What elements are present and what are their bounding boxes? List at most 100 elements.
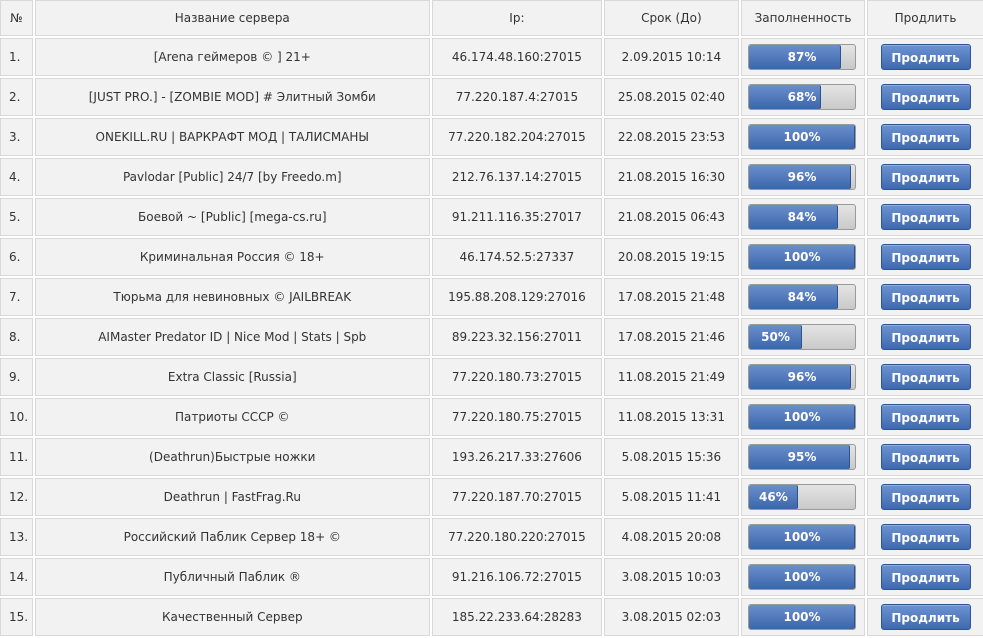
fill-cell: 96%	[741, 358, 866, 396]
extend-cell: Продлить	[867, 558, 983, 596]
server-name: Публичный Паблик ®	[34, 558, 431, 596]
row-number: 2.	[0, 78, 33, 116]
extend-button[interactable]: Продлить	[880, 284, 971, 310]
fill-progress-bar: 96%	[748, 164, 857, 190]
server-ip: 193.26.217.33:27606	[432, 438, 602, 476]
server-name: Extra Classic [Russia]	[34, 358, 431, 396]
extend-button[interactable]: Продлить	[880, 524, 971, 550]
table-row: 3. ONEKILL.RU | ВАРКРАФТ МОД | ТАЛИСМАНЫ…	[0, 118, 983, 156]
expiry-date: 21.08.2015 16:30	[603, 158, 740, 196]
extend-button[interactable]: Продлить	[880, 404, 971, 430]
extend-button[interactable]: Продлить	[880, 84, 971, 110]
server-ip: 89.223.32.156:27011	[432, 318, 602, 356]
extend-cell: Продлить	[867, 358, 983, 396]
fill-cell: 95%	[741, 438, 866, 476]
extend-cell: Продлить	[867, 198, 983, 236]
extend-button[interactable]: Продлить	[880, 564, 971, 590]
extend-cell: Продлить	[867, 38, 983, 76]
fill-progress-bar: 46%	[748, 484, 857, 510]
fill-progress-bar: 84%	[748, 284, 857, 310]
expiry-date: 11.08.2015 13:31	[603, 398, 740, 436]
row-number: 13.	[0, 518, 33, 556]
row-number: 3.	[0, 118, 33, 156]
extend-cell: Продлить	[867, 478, 983, 516]
row-number: 1.	[0, 38, 33, 76]
expiry-date: 11.08.2015 21:49	[603, 358, 740, 396]
fill-progress-bar: 100%	[748, 124, 857, 150]
fill-cell: 100%	[741, 398, 866, 436]
fill-progress-bar: 100%	[748, 244, 857, 270]
server-ip: 195.88.208.129:27016	[432, 278, 602, 316]
extend-cell: Продлить	[867, 438, 983, 476]
table-row: 5. Боевой ~ [Public] [mega-cs.ru] 91.211…	[0, 198, 983, 236]
server-name: Российский Паблик Сервер 18+ ©	[34, 518, 431, 556]
extend-cell: Продлить	[867, 238, 983, 276]
row-number: 4.	[0, 158, 33, 196]
extend-cell: Продлить	[867, 398, 983, 436]
extend-button[interactable]: Продлить	[880, 244, 971, 270]
row-number: 12.	[0, 478, 33, 516]
row-number: 9.	[0, 358, 33, 396]
extend-button[interactable]: Продлить	[880, 164, 971, 190]
fill-cell: 100%	[741, 598, 866, 636]
server-ip: 91.216.106.72:27015	[432, 558, 602, 596]
table-row: 9. Extra Classic [Russia] 77.220.180.73:…	[0, 358, 983, 396]
extend-button[interactable]: Продлить	[880, 44, 971, 70]
server-ip: 91.211.116.35:27017	[432, 198, 602, 236]
extend-button[interactable]: Продлить	[880, 604, 971, 630]
server-ip: 46.174.52.5:27337	[432, 238, 602, 276]
fill-progress-label: 100%	[783, 570, 821, 584]
extend-button[interactable]: Продлить	[880, 364, 971, 390]
fill-progress-label: 46%	[759, 490, 788, 504]
server-ip: 77.220.187.70:27015	[432, 478, 602, 516]
extend-button[interactable]: Продлить	[880, 444, 971, 470]
table-row: 6. Криминальная Россия © 18+ 46.174.52.5…	[0, 238, 983, 276]
expiry-date: 3.08.2015 10:03	[603, 558, 740, 596]
server-name: ONEKILL.RU | ВАРКРАФТ МОД | ТАЛИСМАНЫ	[34, 118, 431, 156]
server-name: Боевой ~ [Public] [mega-cs.ru]	[34, 198, 431, 236]
server-ip: 77.220.180.220:27015	[432, 518, 602, 556]
fill-progress-bar: 100%	[748, 404, 857, 430]
fill-progress-bar: 87%	[748, 44, 857, 70]
extend-button[interactable]: Продлить	[880, 324, 971, 350]
table-row: 10. Патриоты СССР © 77.220.180.75:27015 …	[0, 398, 983, 436]
expiry-date: 4.08.2015 20:08	[603, 518, 740, 556]
fill-cell: 68%	[741, 78, 866, 116]
server-ip: 77.220.182.204:27015	[432, 118, 602, 156]
server-name: Тюрьма для невиновных © JAILBREAK	[34, 278, 431, 316]
expiry-date: 3.08.2015 02:03	[603, 598, 740, 636]
fill-progress-bar: 96%	[748, 364, 857, 390]
fill-progress-bar: 95%	[748, 444, 857, 470]
table-row: 14. Публичный Паблик ® 91.216.106.72:270…	[0, 558, 983, 596]
extend-button[interactable]: Продлить	[880, 124, 971, 150]
server-name: Pavlodar [Public] 24/7 [by Freedo.m]	[34, 158, 431, 196]
server-ip: 77.220.180.75:27015	[432, 398, 602, 436]
fill-progress-bar: 84%	[748, 204, 857, 230]
server-ip: 185.22.233.64:28283	[432, 598, 602, 636]
extend-cell: Продлить	[867, 318, 983, 356]
row-number: 10.	[0, 398, 33, 436]
fill-progress-label: 68%	[787, 90, 817, 104]
server-name: [Arena геймеров © ] 21+	[34, 38, 431, 76]
server-name: Deathrun | FastFrag.Ru	[34, 478, 431, 516]
fill-cell: 100%	[741, 518, 866, 556]
fill-progress-label: 100%	[783, 250, 821, 264]
fill-cell: 100%	[741, 118, 866, 156]
expiry-date: 17.08.2015 21:46	[603, 318, 740, 356]
row-number: 8.	[0, 318, 33, 356]
expiry-date: 5.08.2015 15:36	[603, 438, 740, 476]
fill-progress-label: 96%	[787, 170, 817, 184]
fill-progress-label: 100%	[783, 610, 821, 624]
table-row: 2. [JUST PRO.] - [ZOMBIE MOD] # Элитный …	[0, 78, 983, 116]
extend-button[interactable]: Продлить	[880, 484, 971, 510]
fill-progress-bar: 100%	[748, 604, 857, 630]
fill-cell: 84%	[741, 198, 866, 236]
expiry-date: 22.08.2015 23:53	[603, 118, 740, 156]
table-row: 8. AIMaster Predator ID | Nice Mod | Sta…	[0, 318, 983, 356]
fill-progress-bar: 100%	[748, 524, 857, 550]
fill-cell: 87%	[741, 38, 866, 76]
row-number: 7.	[0, 278, 33, 316]
extend-button[interactable]: Продлить	[880, 204, 971, 230]
table-row: 11. (Deathrun)Быстрые ножки 193.26.217.3…	[0, 438, 983, 476]
fill-progress-label: 84%	[787, 290, 817, 304]
